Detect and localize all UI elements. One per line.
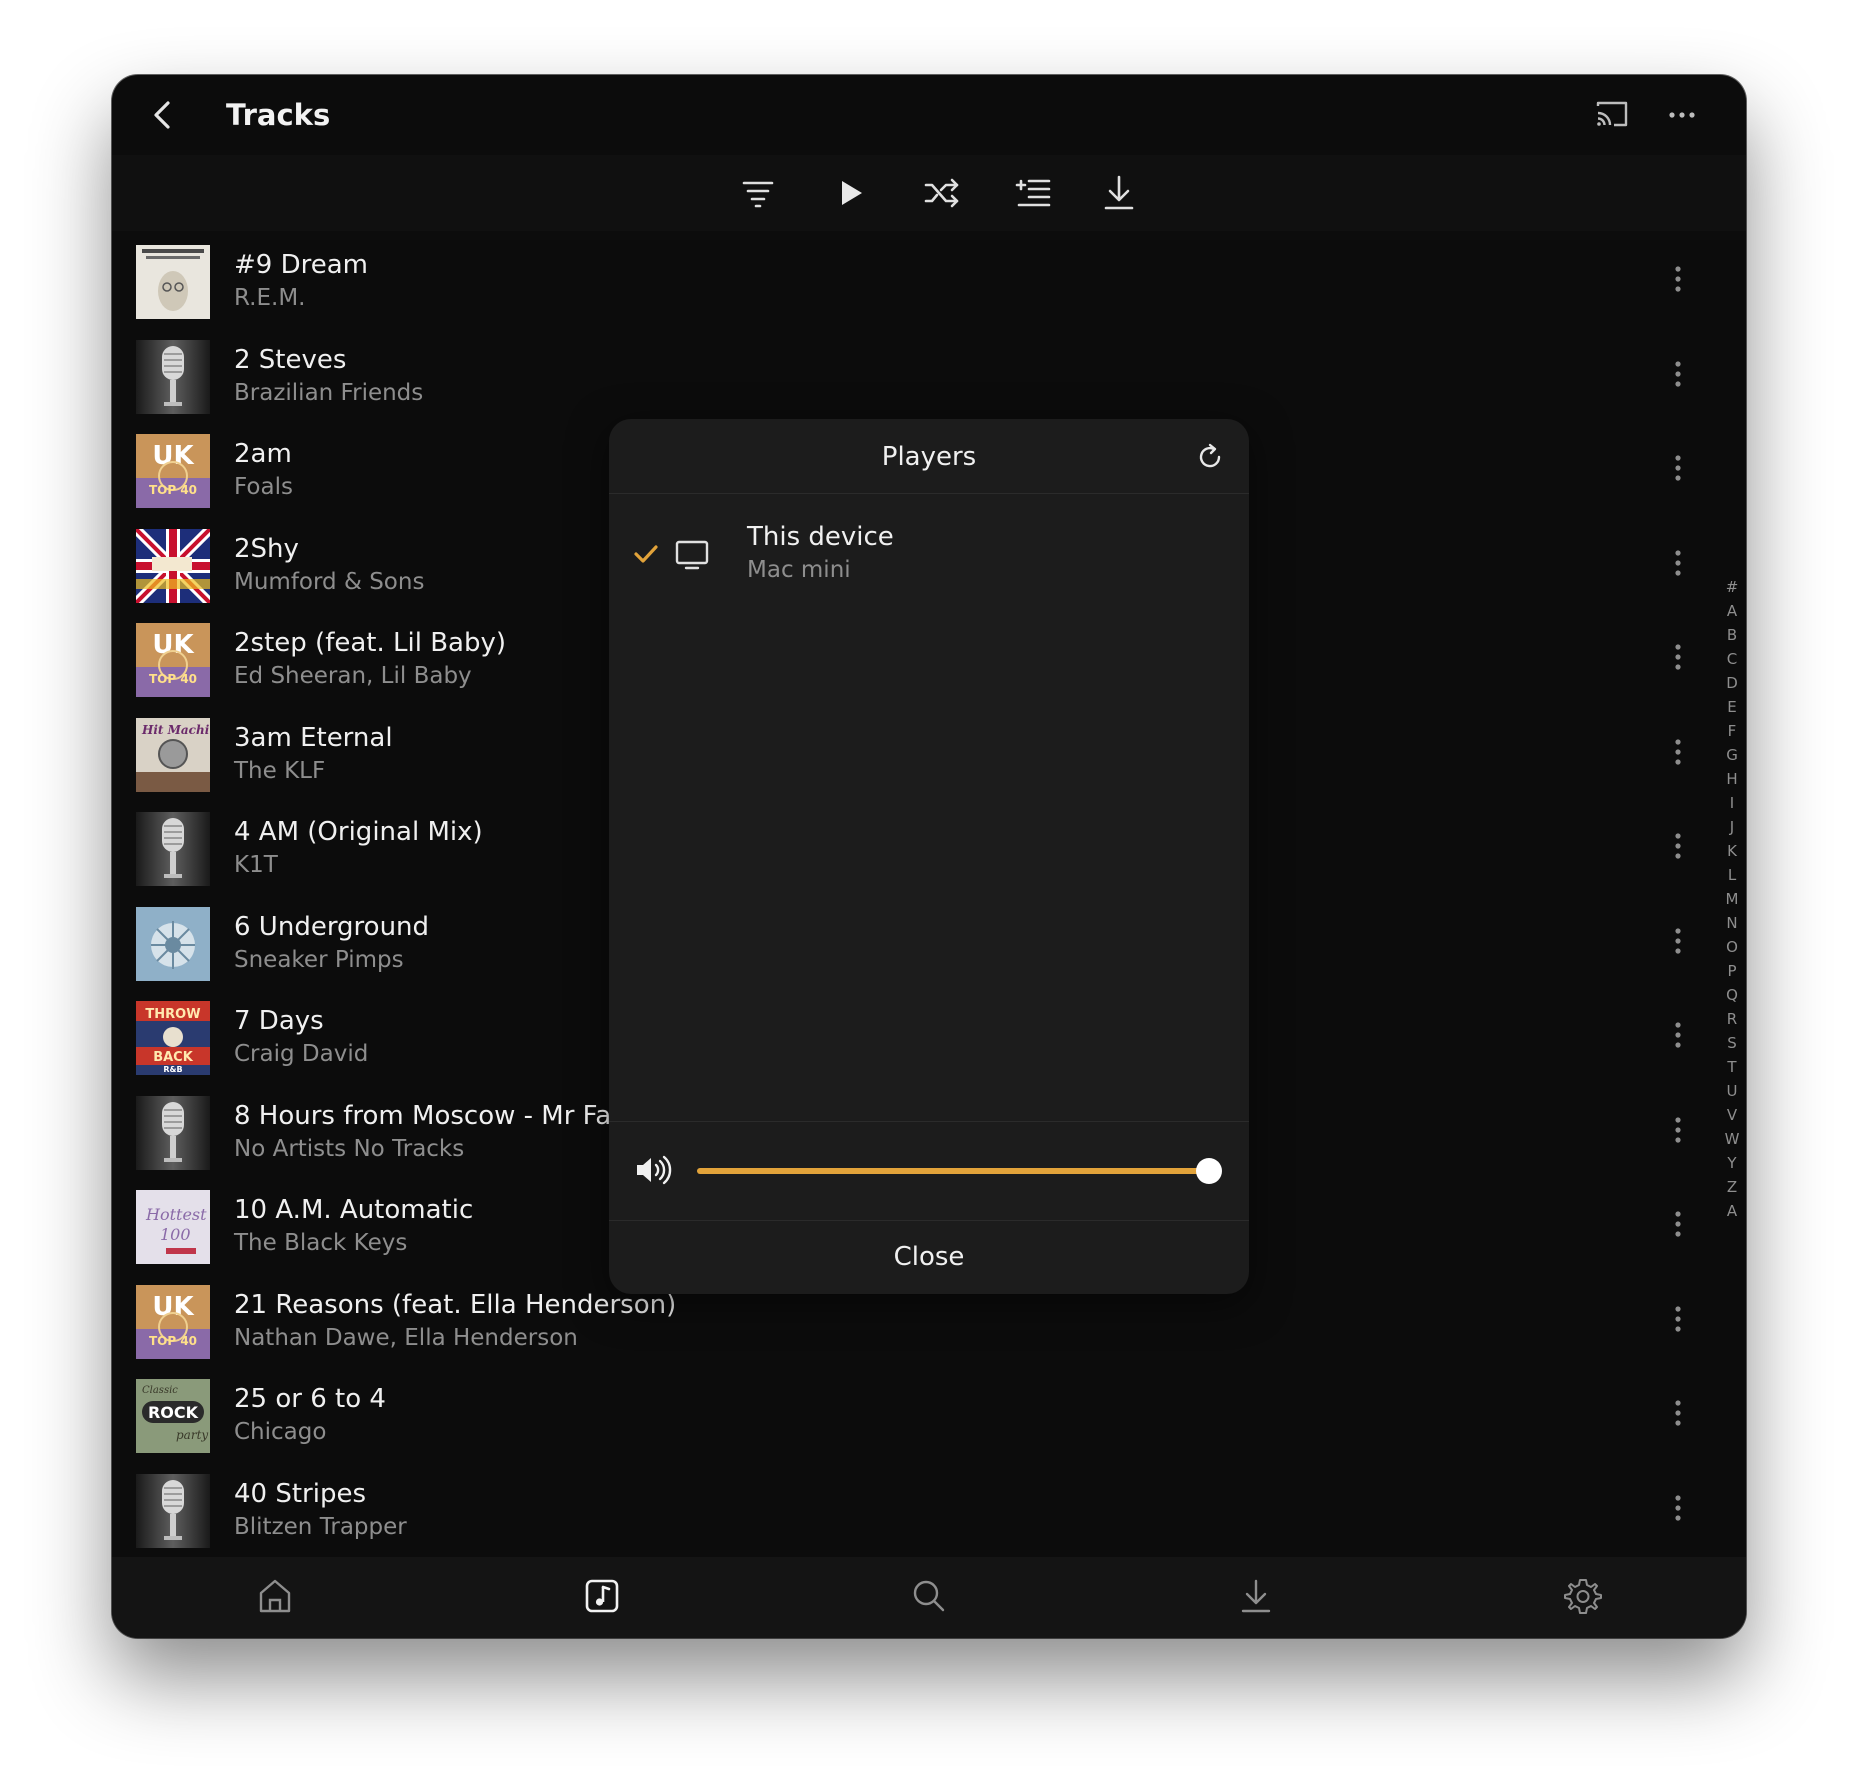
volume-icon [637,1155,672,1185]
player-item[interactable]: This device Mac mini [609,519,1249,599]
app-window: Tracks #9 Dream R.E.M. 2 Steves Brazilia… [112,75,1746,1638]
volume-slider-fill [697,1168,1209,1174]
volume-control [609,1121,1249,1221]
modal-backdrop: Players This device Mac mini Close [112,75,1746,1638]
volume-slider-thumb[interactable] [1196,1158,1222,1184]
checkmark-icon [634,545,658,563]
monitor-icon [675,540,709,570]
refresh-icon[interactable] [1193,440,1227,474]
players-dialog: Players This device Mac mini Close [609,419,1249,1294]
volume-slider[interactable] [697,1158,1222,1184]
player-device: Mac mini [747,557,851,583]
close-button[interactable]: Close [609,1219,1249,1294]
player-name: This device [747,522,894,552]
dialog-title: Players [881,442,977,472]
dialog-header: Players [609,419,1249,494]
